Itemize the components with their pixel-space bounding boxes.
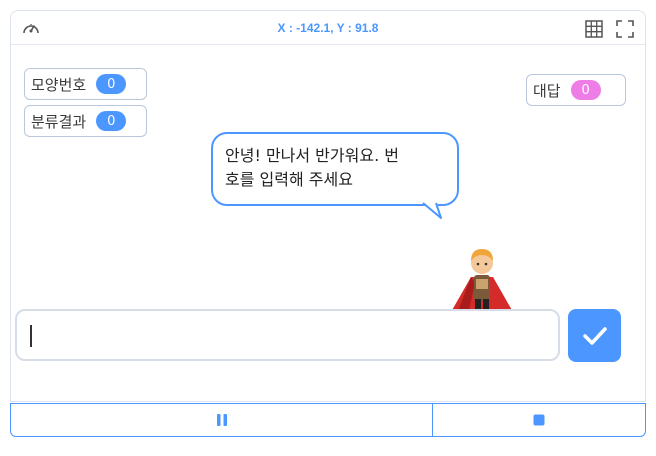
monitor-value: 0: [570, 80, 601, 100]
pointer-coordinates: X : -142.1, Y : 91.8: [277, 21, 379, 35]
checkmark-icon: [582, 326, 607, 345]
text-caret: [30, 325, 32, 347]
speech-bubble: 안녕! 만나서 반가워요. 번 호를 입력해 주세요: [211, 132, 459, 206]
monitor-label: 분류결과: [31, 112, 87, 131]
answer-input[interactable]: [15, 309, 560, 361]
variable-monitor-classification-result: 분류결과 0: [24, 105, 147, 137]
variable-monitor-shape-number: 모양번호 0: [24, 68, 147, 100]
stop-button[interactable]: [433, 404, 645, 436]
monitor-value: 0: [96, 74, 127, 94]
pause-button[interactable]: [11, 404, 433, 436]
monitor-label: 대답: [533, 81, 561, 100]
speech-bubble-line: 안녕! 만나서 반가워요. 번: [225, 146, 399, 165]
monitor-label: 모양번호: [31, 75, 87, 94]
stop-icon: [533, 414, 545, 426]
speech-bubble-tail: [422, 202, 442, 219]
stage-toolbar: X : -142.1, Y : 91.8: [11, 11, 645, 45]
speech-bubble-line: 호를 입력해 주세요: [225, 170, 353, 189]
fullscreen-icon[interactable]: [615, 19, 635, 39]
monitor-value: 0: [96, 111, 127, 131]
answer-monitor: 대답 0: [526, 74, 626, 106]
pause-icon: [216, 414, 227, 426]
submit-answer-button[interactable]: [568, 309, 621, 362]
grid-icon[interactable]: [584, 19, 604, 39]
playback-controls: [10, 403, 646, 437]
